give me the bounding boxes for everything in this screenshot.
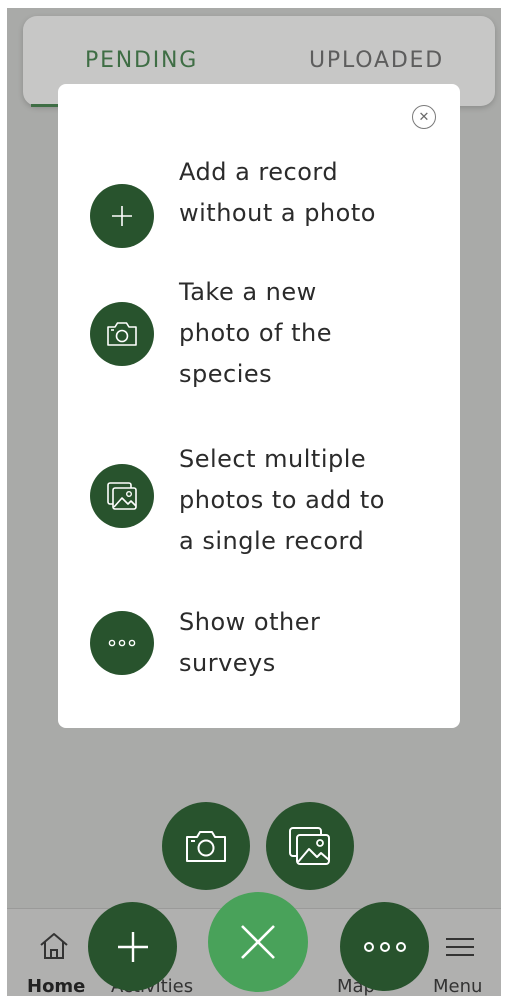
option-label: Add a record without a photo [179,158,376,227]
gallery-fab-button[interactable] [266,802,354,890]
plus-icon [112,206,132,226]
nav-home[interactable]: Home [7,909,97,996]
close-icon [241,925,275,959]
close-fab-button[interactable] [208,892,308,992]
tab-pending[interactable]: PENDING [85,48,198,73]
more-surveys-fab-button[interactable] [340,902,429,991]
select-photos-button[interactable] [90,464,154,528]
camera-icon [107,322,137,346]
take-photo-button[interactable] [90,302,154,366]
tab-uploaded[interactable]: UPLOADED [309,48,444,73]
nav-home-label: Home [27,976,86,996]
home-icon [40,933,68,959]
gallery-icon [289,827,330,865]
more-dots-icon [108,639,136,647]
plus-icon [117,931,148,962]
gallery-icon [107,482,137,510]
option-label: Select multiple photos to add to a singl… [179,445,385,555]
option-label: Take a new photo of the species [179,278,332,388]
nav-menu-label: Menu [433,976,483,996]
option-label: Show other surveys [179,608,321,677]
nav-menu[interactable]: Menu [427,909,501,996]
add-record-fab-button[interactable] [88,902,177,991]
add-record-button[interactable] [90,184,154,248]
close-icon: ✕ [418,109,430,125]
menu-icon [446,938,474,956]
other-surveys-button[interactable] [90,611,154,675]
add-record-modal: ✕ Add a record without a photo Take a ne… [58,84,460,728]
app-screen: PENDING UPLOADED ✕ Add a record without … [7,8,501,996]
camera-fab-button[interactable] [162,802,250,890]
more-dots-icon [363,941,406,952]
close-modal-button[interactable]: ✕ [412,105,436,129]
camera-icon [186,831,226,862]
